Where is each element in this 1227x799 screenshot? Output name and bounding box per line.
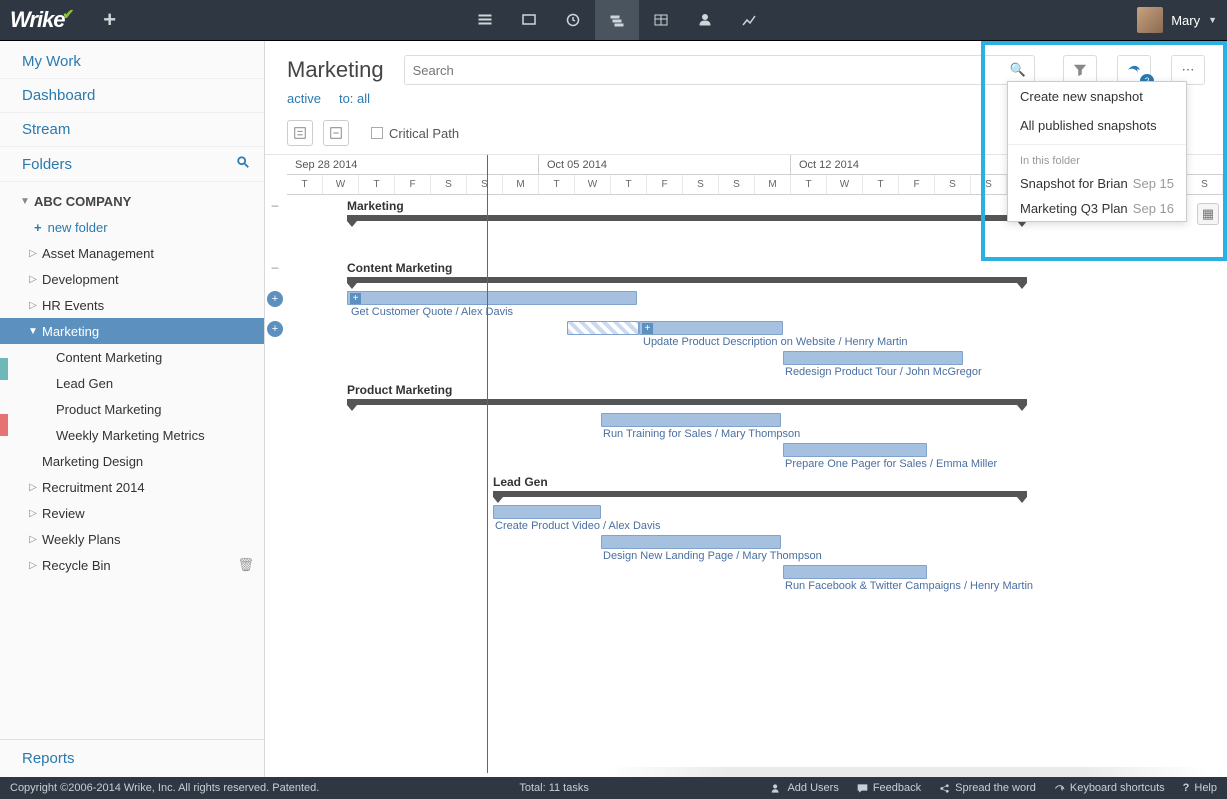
footer: Copyright ©2006-2014 Wrike, Inc. All rig… bbox=[0, 777, 1227, 799]
collapse-all-button[interactable] bbox=[323, 120, 349, 146]
footer-help[interactable]: ?Help bbox=[1183, 782, 1217, 794]
gantt-task[interactable]: Run Training for Sales / Mary Thompson bbox=[287, 411, 1227, 441]
user-name: Mary bbox=[1171, 13, 1200, 28]
tree-weekly-plans[interactable]: ▷Weekly Plans bbox=[0, 526, 264, 552]
timeline-view-icon[interactable] bbox=[595, 0, 639, 40]
tree-recruitment[interactable]: ▷Recruitment 2014 bbox=[0, 474, 264, 500]
tree-review[interactable]: ▷Review bbox=[0, 500, 264, 526]
workload-icon[interactable] bbox=[683, 0, 727, 40]
tree-product-marketing[interactable]: Product Marketing bbox=[0, 396, 264, 422]
gantt-task[interactable]: Redesign Product Tour / John McGregor bbox=[287, 349, 1227, 379]
snapshot-item[interactable]: Marketing Q3 PlanSep 16 bbox=[1008, 196, 1186, 221]
tree-asset-management[interactable]: ▷Asset Management bbox=[0, 240, 264, 266]
tree-marketing-design[interactable]: Marketing Design bbox=[0, 448, 264, 474]
nav-my-work[interactable]: My Work bbox=[0, 45, 264, 79]
gantt-group-product[interactable]: Product Marketing bbox=[287, 379, 1227, 405]
tree-content-marketing[interactable]: Content Marketing bbox=[0, 344, 264, 370]
gantt-group-leadgen[interactable]: Lead Gen bbox=[287, 471, 1227, 497]
gantt-task[interactable]: Prepare One Pager for Sales / Emma Mille… bbox=[287, 441, 1227, 471]
nav-dashboard[interactable]: Dashboard bbox=[0, 79, 264, 113]
list-view-icon[interactable] bbox=[463, 0, 507, 40]
filter-active[interactable]: active bbox=[287, 91, 321, 106]
gantt-task[interactable]: Create Product Video / Alex Davis bbox=[287, 503, 1227, 533]
tree-weekly-metrics[interactable]: Weekly Marketing Metrics bbox=[0, 422, 264, 448]
expand-all-button[interactable] bbox=[287, 120, 313, 146]
tree-development[interactable]: ▷Development bbox=[0, 266, 264, 292]
search-icon[interactable]: 🔍 bbox=[1010, 62, 1026, 78]
snapshot-item[interactable]: Snapshot for BrianSep 15 bbox=[1008, 171, 1186, 196]
tree-new-folder[interactable]: +new folder bbox=[0, 214, 264, 240]
main: Marketing 🔍 2 ⋯ active to: all bbox=[265, 41, 1227, 777]
gantt-task[interactable]: Design New Landing Page / Mary Thompson bbox=[287, 533, 1227, 563]
gantt-task[interactable]: + + Update Product Description on Websit… bbox=[287, 319, 1227, 349]
board-view-icon[interactable] bbox=[507, 0, 551, 40]
footer-shortcuts[interactable]: Keyboard shortcuts bbox=[1054, 782, 1165, 794]
footer-add-users[interactable]: Add Users bbox=[771, 782, 838, 794]
share-section-label: In this folder bbox=[1008, 149, 1186, 171]
nav-stream[interactable]: Stream bbox=[0, 113, 264, 147]
critical-path-checkbox[interactable]: Critical Path bbox=[371, 126, 459, 141]
sidebar: My Work Dashboard Stream Folders ▼ABC CO… bbox=[0, 41, 265, 777]
horizontal-scrollbar[interactable] bbox=[605, 767, 1207, 777]
gantt-task[interactable]: Run Facebook & Twitter Campaigns / Henry… bbox=[287, 563, 1227, 593]
share-create-snapshot[interactable]: Create new snapshot bbox=[1008, 82, 1186, 111]
gantt-group-content[interactable]: – Content Marketing bbox=[287, 257, 1227, 283]
wrike-logo[interactable]: Wrike✔ bbox=[10, 7, 81, 33]
share-all-snapshots[interactable]: All published snapshots bbox=[1008, 111, 1186, 140]
topbar: Wrike✔ + Mary ▼ bbox=[0, 0, 1227, 40]
gantt-task[interactable]: + + Get Customer Quote / Alex Davis bbox=[287, 289, 1227, 319]
tree-recycle-bin[interactable]: ▷Recycle Bin🗑 bbox=[0, 552, 264, 578]
timelog-icon[interactable] bbox=[551, 0, 595, 40]
nav-reports[interactable]: Reports bbox=[0, 739, 264, 777]
total-tasks: Total: 11 tasks bbox=[519, 782, 589, 794]
user-menu[interactable]: Mary ▼ bbox=[1137, 7, 1217, 33]
footer-feedback[interactable]: Feedback bbox=[857, 782, 921, 794]
copyright: Copyright ©2006-2014 Wrike, Inc. All rig… bbox=[10, 782, 319, 794]
chevron-down-icon: ▼ bbox=[1208, 15, 1217, 25]
page-title: Marketing bbox=[287, 57, 384, 83]
new-item-button[interactable]: + bbox=[103, 7, 116, 33]
analytics-icon[interactable] bbox=[727, 0, 771, 40]
share-menu: Create new snapshot All published snapsh… bbox=[1007, 81, 1187, 222]
table-view-icon[interactable] bbox=[639, 0, 683, 40]
tree-marketing[interactable]: ▼Marketing bbox=[0, 318, 264, 344]
gantt-settings-icon[interactable]: ▦ bbox=[1197, 203, 1219, 225]
footer-spread[interactable]: Spread the word bbox=[939, 782, 1036, 794]
folders-label: Folders bbox=[22, 156, 72, 173]
filter-to[interactable]: to: all bbox=[339, 91, 370, 106]
nav-folders[interactable]: Folders bbox=[0, 147, 264, 182]
search-box[interactable]: 🔍 bbox=[404, 55, 1035, 85]
tree-company[interactable]: ▼ABC COMPANY bbox=[0, 188, 264, 214]
tree-lead-gen[interactable]: Lead Gen bbox=[0, 370, 264, 396]
tree-hr-events[interactable]: ▷HR Events bbox=[0, 292, 264, 318]
trash-icon: 🗑 bbox=[237, 557, 254, 573]
search-folders-icon[interactable] bbox=[236, 155, 250, 173]
search-input[interactable] bbox=[413, 63, 1010, 78]
avatar bbox=[1137, 7, 1163, 33]
gantt-chart[interactable]: ▦ Sep 28 2014 Oct 05 2014 Oct 12 2014 TW… bbox=[265, 155, 1227, 777]
